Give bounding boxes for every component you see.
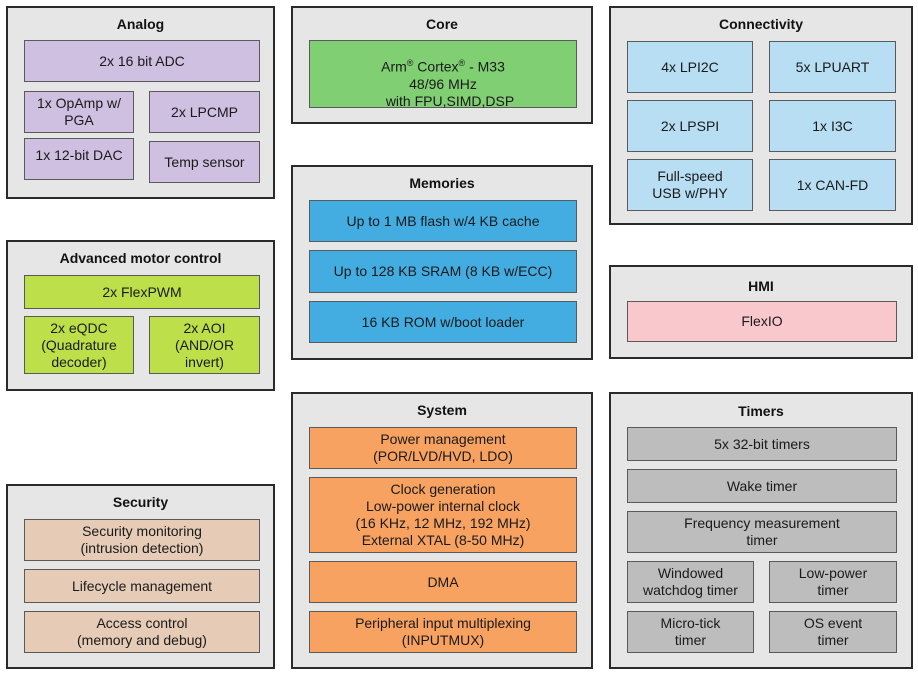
opamp-block: 1x OpAmp w/ PGA [24,91,134,133]
cpu-features: with FPU,SIMD,DSP [385,92,515,109]
power-management-block: Power management (POR/LVD/HVD, LDO) [309,427,577,469]
usb-block: Full-speed USB w/PHY [627,159,753,211]
32bit-timers-block: 5x 32-bit timers [627,427,897,461]
core-title: Core [426,16,458,32]
rom-block: 16 KB ROM w/boot loader [309,301,577,343]
micro-tick-timer-block: Micro-tick timer [627,611,754,653]
lpi2c-block: 4x LPI2C [627,41,753,93]
flash-block: Up to 1 MB flash w/4 KB cache [309,200,577,242]
motor-control-title: Advanced motor control [59,250,222,266]
cpu-block: Arm® Cortex® - M33 48/96 MHz with FPU,SI… [309,40,577,109]
aoi-block: 2x AOI (AND/OR invert) [149,316,260,374]
access-control-block: Access control (memory and debug) [24,611,260,653]
cpu-name: Arm® Cortex® - M33 [381,58,505,75]
security-group: Security Security monitoring (intrusion … [6,484,275,669]
memories-group: Memories Up to 1 MB flash w/4 KB cache U… [291,165,593,360]
lifecycle-management-block: Lifecycle management [24,569,260,603]
low-power-timer-block: Low-power timer [769,561,897,603]
analog-title: Analog [116,16,165,32]
core-group: Core Arm® Cortex® - M33 48/96 MHz with F… [291,6,593,124]
analog-group: Analog 2x 16 bit ADC 1x OpAmp w/ PGA 2x … [6,6,275,199]
connectivity-title: Connectivity [718,16,803,32]
inputmux-block: Peripheral input multiplexing (INPUTMUX) [309,611,577,653]
hmi-group: HMI FlexIO [609,265,913,359]
lpspi-block: 2x LPSPI [627,100,753,152]
motor-control-group: Advanced motor control 2x FlexPWM 2x eQD… [6,240,275,391]
flexpwm-block: 2x FlexPWM [24,275,260,309]
os-event-timer-block: OS event timer [769,611,897,653]
adc-block: 2x 16 bit ADC [24,40,260,82]
frequency-measurement-timer-block: Frequency measurement timer [627,511,897,553]
lpcmp-block: 2x LPCMP [149,91,260,133]
system-title: System [417,402,467,418]
windowed-watchdog-timer-block: Windowed watchdog timer [627,561,754,603]
sram-block: Up to 128 KB SRAM (8 KB w/ECC) [309,250,577,293]
timers-title: Timers [738,403,784,419]
dma-block: DMA [309,561,577,603]
connectivity-group: Connectivity 4x LPI2C 5x LPUART 2x LPSPI… [609,6,913,225]
flexio-block: FlexIO [627,301,897,342]
temp-sensor-block: Temp sensor [149,141,260,183]
dac-block: 1x 12-bit DAC [24,138,134,180]
security-monitoring-block: Security monitoring (intrusion detection… [24,519,260,561]
security-title: Security [112,494,169,510]
can-fd-block: 1x CAN-FD [769,159,896,211]
wake-timer-block: Wake timer [627,469,897,503]
hmi-title: HMI [748,278,774,294]
system-group: System Power management (POR/LVD/HVD, LD… [291,392,593,669]
lpuart-block: 5x LPUART [769,41,896,93]
memories-title: Memories [409,175,475,191]
i3c-block: 1x I3C [769,100,896,152]
eqdc-block: 2x eQDC (Quadrature decoder) [24,316,134,374]
timers-group: Timers 5x 32-bit timers Wake timer Frequ… [609,392,913,669]
clock-generation-block: Clock generation Low-power internal cloc… [309,477,577,553]
cpu-frequency: 48/96 MHz [409,75,477,92]
